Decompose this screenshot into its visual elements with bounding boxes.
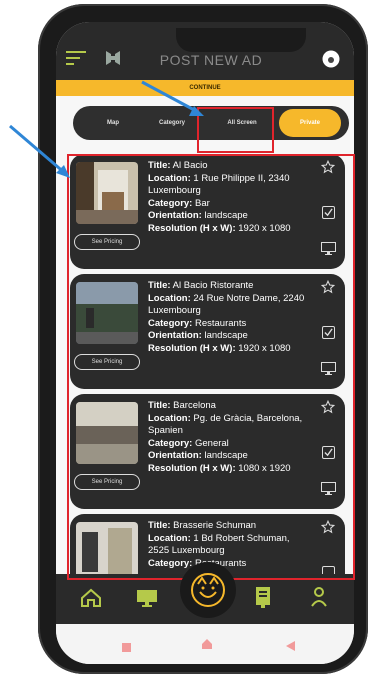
dog-logo-icon [191, 573, 225, 607]
system-home-icon[interactable] [201, 637, 213, 655]
tab-private[interactable]: Private [279, 109, 341, 137]
tab-map[interactable]: Map [93, 106, 133, 140]
phone-notch [176, 28, 306, 52]
menu-icon[interactable] [66, 50, 86, 71]
home-icon[interactable] [80, 588, 102, 613]
back-icon[interactable] [286, 638, 295, 656]
page-title: POST NEW AD [159, 52, 263, 68]
highlight-ad-list [67, 154, 355, 580]
center-action-button[interactable] [180, 562, 236, 618]
avatar[interactable] [322, 50, 340, 73]
document-icon[interactable] [254, 586, 272, 613]
screen-icon[interactable] [136, 588, 158, 613]
system-nav-bar [56, 624, 354, 664]
profile-icon[interactable] [310, 586, 328, 613]
logo-icon [104, 49, 122, 72]
annotation-arrow-tab [141, 80, 204, 116]
annotation-arrow-list [9, 124, 70, 178]
recents-icon[interactable] [122, 639, 131, 657]
